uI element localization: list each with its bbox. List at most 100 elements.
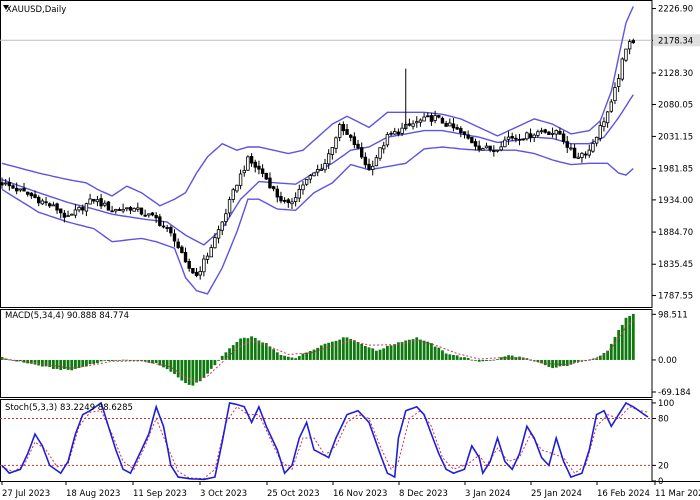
candle-body	[103, 202, 107, 206]
macd-panel-title: MACD(5,34,4) 90.888 84.774	[5, 311, 129, 321]
candle-body	[99, 198, 103, 207]
macd-bar	[191, 359, 195, 386]
macd-bar	[242, 337, 246, 360]
macd-bar	[66, 359, 70, 370]
candle-body	[440, 117, 445, 124]
candle-body	[128, 207, 133, 211]
candle-body	[495, 149, 500, 152]
macd-bar	[290, 357, 294, 360]
candle-body	[312, 172, 316, 177]
macd-bar	[308, 350, 312, 360]
price-tick-label: 1981.85	[658, 165, 693, 175]
candle-body	[154, 215, 158, 219]
stoch-tick-label: 80	[658, 415, 669, 425]
price-tick-label: 1884.70	[658, 228, 693, 238]
macd-bar	[305, 352, 309, 360]
macd-bar	[187, 359, 191, 385]
candle-body	[249, 156, 254, 164]
macd-bar	[51, 359, 55, 369]
candle-body	[290, 201, 294, 205]
macd-bar	[477, 359, 481, 362]
macd-bar	[349, 338, 353, 360]
price-tick-label: 1787.55	[658, 292, 693, 302]
candle-body	[319, 168, 324, 171]
candle-body	[286, 199, 290, 204]
macd-bar	[286, 356, 290, 360]
candle-body	[220, 221, 224, 231]
candle-body	[29, 192, 34, 197]
candle-body	[231, 189, 235, 200]
macd-bar	[261, 342, 265, 360]
candle-body	[437, 115, 441, 118]
candle-body	[521, 138, 525, 141]
price-tick-label: 2178.34	[658, 36, 693, 46]
macd-bar	[437, 347, 441, 360]
macd-bar	[488, 359, 492, 361]
candle-body	[514, 137, 518, 140]
candle-body	[554, 130, 558, 135]
macd-bar	[562, 359, 565, 366]
candle-body	[605, 111, 610, 124]
candle-body	[506, 136, 511, 140]
candle-body	[81, 207, 85, 211]
candle-body	[73, 209, 78, 216]
macd-bar	[103, 359, 107, 361]
candle-body	[18, 188, 23, 191]
stoch-tick-label: 20	[658, 461, 669, 471]
macd-bar	[393, 344, 397, 360]
candle-body	[451, 123, 456, 129]
macd-bar	[367, 347, 371, 360]
macd-bar	[444, 353, 448, 360]
macd-bar	[213, 359, 217, 366]
macd-bar	[341, 337, 345, 360]
candle-body	[587, 149, 591, 156]
candle-body	[591, 143, 595, 152]
candle-body	[25, 191, 30, 195]
candle-body	[213, 237, 217, 249]
macd-bar	[382, 348, 386, 360]
macd-tick-label: -69.184	[658, 388, 691, 398]
macd-bar	[59, 359, 63, 371]
candle-body	[125, 207, 129, 210]
macd-bar	[595, 358, 599, 360]
macd-bar	[580, 359, 584, 361]
macd-bar	[55, 359, 59, 369]
candle-body	[205, 255, 210, 260]
candle-body	[616, 78, 621, 87]
macd-bar	[474, 359, 477, 361]
candle-body	[37, 196, 41, 204]
macd-bar	[496, 359, 499, 360]
candle-body	[547, 131, 551, 135]
macd-bar	[319, 345, 323, 360]
candle-body	[543, 129, 547, 133]
macd-bar	[235, 342, 239, 360]
macd-bar	[99, 359, 103, 362]
candle-body	[59, 208, 63, 214]
candle-body	[84, 203, 89, 212]
candle-body	[139, 207, 144, 215]
x-tick-label: 16 Feb 2024	[597, 489, 650, 499]
candle-body	[503, 139, 507, 148]
macd-bar	[209, 359, 213, 369]
macd-bar	[426, 341, 430, 360]
macd-bar	[356, 342, 360, 360]
candle-body	[180, 246, 184, 254]
candle-body	[323, 163, 327, 171]
macd-bar	[330, 341, 334, 360]
candle-body	[224, 213, 228, 222]
macd-bar	[327, 342, 331, 360]
macd-bar	[374, 350, 378, 360]
candle-body	[147, 213, 151, 216]
macd-bar	[463, 357, 466, 360]
macd-bar	[114, 359, 118, 361]
macd-bar	[613, 336, 617, 360]
candle-body	[565, 141, 569, 148]
candle-body	[356, 143, 360, 149]
candle-body	[389, 132, 393, 135]
candle-body	[7, 181, 12, 187]
candle-body	[477, 145, 481, 151]
candle-body	[198, 271, 202, 276]
macd-bar	[184, 359, 187, 383]
candle-body	[558, 130, 562, 135]
candle-body	[532, 134, 536, 138]
